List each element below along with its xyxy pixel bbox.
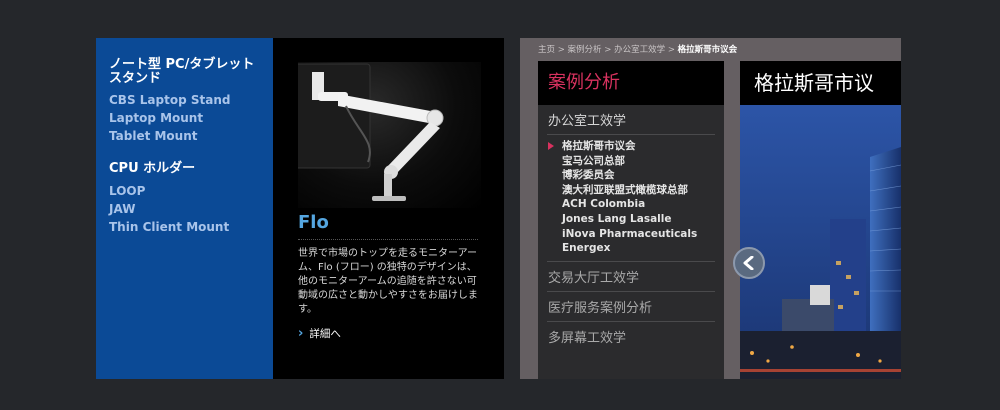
prev-slide-button[interactable] xyxy=(733,247,765,279)
link-thin-client-mount[interactable]: Thin Client Mount xyxy=(109,218,229,236)
title-divider xyxy=(298,239,478,240)
city-building-photo-icon xyxy=(740,61,901,379)
category-links-laptop: CBS Laptop Stand Laptop Mount Tablet Mou… xyxy=(109,91,230,145)
case-list: 格拉斯哥市议会 宝马公司总部 博彩委员会 澳大利亚联盟式橄榄球总部 ACH Co… xyxy=(538,135,724,261)
chevron-right-icon: › xyxy=(298,326,304,341)
link-laptop-mount[interactable]: Laptop Mount xyxy=(109,109,230,127)
breadcrumb-current: 格拉斯哥市议会 xyxy=(677,45,738,55)
product-panel: ノート型 PC/タブレット スタンド CBS Laptop Stand Lapt… xyxy=(96,38,504,379)
breadcrumb-home[interactable]: 主页 xyxy=(538,45,555,55)
category-links-cpu: LOOP JAW Thin Client Mount xyxy=(109,182,229,236)
case-item-inova[interactable]: iNova Pharmaceuticals xyxy=(562,227,712,242)
breadcrumb-separator: > xyxy=(667,45,675,55)
case-item-energex[interactable]: Energex xyxy=(562,241,712,256)
product-title[interactable]: Flo xyxy=(298,212,329,233)
link-jaw[interactable]: JAW xyxy=(109,200,229,218)
case-item-bmw[interactable]: 宝马公司总部 xyxy=(562,154,712,169)
case-item-ach[interactable]: ACH Colombia xyxy=(562,197,712,212)
link-loop[interactable]: LOOP xyxy=(109,182,229,200)
menu-section-healthcare[interactable]: 医疗服务案例分析 xyxy=(547,292,715,322)
case-item-gambling[interactable]: 博彩委员会 xyxy=(562,168,712,183)
breadcrumb-separator: > xyxy=(557,45,565,55)
chevron-left-icon xyxy=(743,256,754,270)
product-description: 世界で市場のトップを走るモニターアーム、Flo (フロー) の独特のデザインは、… xyxy=(298,248,478,315)
menu-section-multiscreen[interactable]: 多屏幕工效学 xyxy=(547,322,715,351)
category-heading-laptop-stand: ノート型 PC/タブレット スタンド xyxy=(109,57,255,86)
case-title: 格拉斯哥市议 xyxy=(740,61,901,105)
details-link[interactable]: › 詳細へ xyxy=(298,326,341,341)
category-heading-cpu-holder: CPU ホルダー xyxy=(109,161,196,176)
case-study-menu: 案例分析 办公室工效学 格拉斯哥市议会 宝马公司总部 博彩委员会 澳大利亚联盟式… xyxy=(538,61,724,379)
breadcrumb-office-ergonomics[interactable]: 办公室工效学 xyxy=(614,45,665,55)
details-link-label: 詳細へ xyxy=(309,328,341,340)
breadcrumb-separator: > xyxy=(604,45,612,55)
category-sidebar: ノート型 PC/タブレット スタンド CBS Laptop Stand Lapt… xyxy=(96,38,273,379)
link-tablet-mount[interactable]: Tablet Mount xyxy=(109,127,230,145)
case-item-afl[interactable]: 澳大利亚联盟式橄榄球总部 xyxy=(562,183,712,198)
case-item-jll[interactable]: Jones Lang Lasalle xyxy=(562,212,712,227)
monitor-arm-icon xyxy=(298,63,444,201)
case-photo: 格拉斯哥市议 xyxy=(740,61,901,379)
case-study-panel: 主页 > 案例分析 > 办公室工效学 > 格拉斯哥市议会 案例分析 办公室工效学… xyxy=(520,38,901,379)
breadcrumb-case-studies[interactable]: 案例分析 xyxy=(568,45,602,55)
menu-header: 案例分析 xyxy=(538,61,724,105)
breadcrumb: 主页 > 案例分析 > 办公室工效学 > 格拉斯哥市议会 xyxy=(538,43,737,55)
link-cbs-laptop-stand[interactable]: CBS Laptop Stand xyxy=(109,91,230,109)
menu-section-office[interactable]: 办公室工效学 xyxy=(547,105,715,135)
monitor-arm-image[interactable] xyxy=(298,62,481,208)
case-item-glasgow[interactable]: 格拉斯哥市议会 xyxy=(548,139,712,154)
menu-section-trading[interactable]: 交易大厅工效学 xyxy=(547,260,715,292)
